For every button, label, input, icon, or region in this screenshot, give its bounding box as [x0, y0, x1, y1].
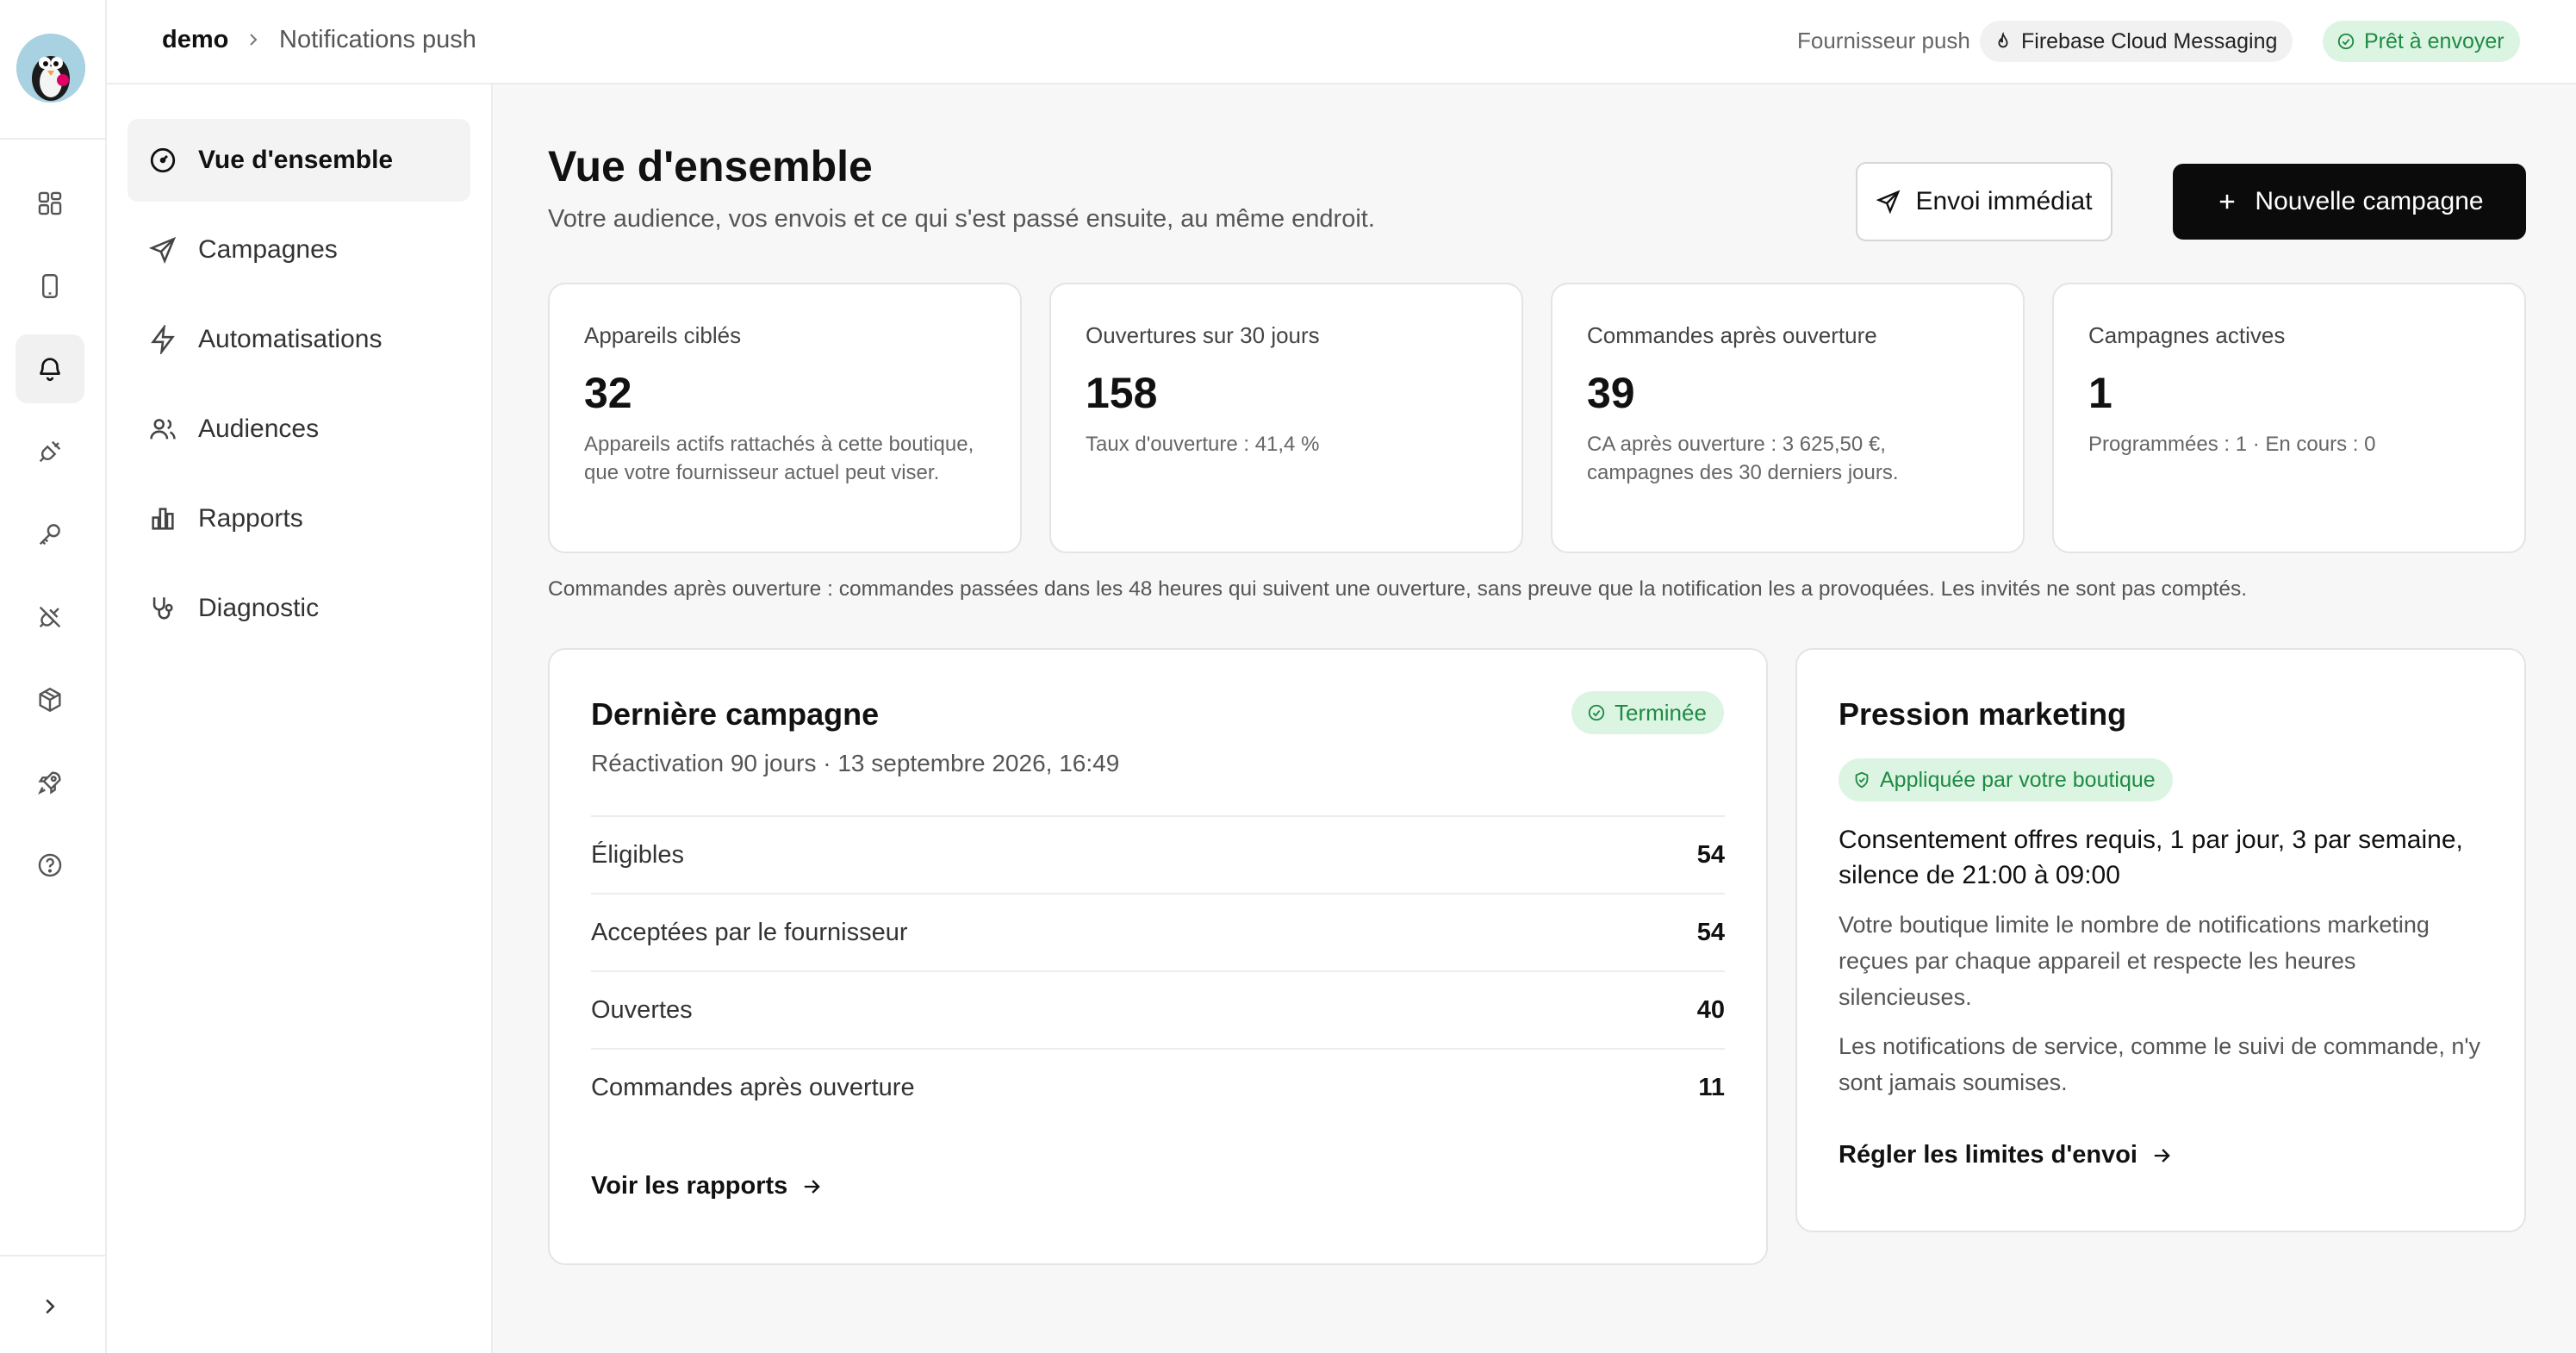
rail-divider	[0, 1255, 105, 1256]
metric-label: Acceptées par le fournisseur	[591, 918, 908, 946]
send-icon	[148, 235, 177, 265]
stat-card-orders-after-open: Commandes après ouverture 39 CA après ou…	[1551, 283, 2025, 553]
status-badge: Terminée	[1571, 691, 1724, 734]
section-nav: Vue d'ensemble Campagnes Automatisations…	[107, 84, 493, 1353]
prestashop-logo[interactable]	[16, 34, 85, 103]
status-text: Prêt à envoyer	[2364, 28, 2504, 53]
stat-card-targeted-devices: Appareils ciblés 32 Appareils actifs rat…	[548, 283, 1022, 553]
pressure-service-note: Les notifications de service, comme le s…	[1839, 1033, 2480, 1095]
users-icon	[148, 415, 177, 444]
applied-badge: Appliquée par votre boutique	[1839, 758, 2173, 801]
metric-row-opened: Ouvertes 40	[591, 970, 1725, 1048]
package-icon[interactable]	[16, 665, 84, 734]
provider-chip: Firebase Cloud Messaging	[1980, 21, 2293, 62]
nav-item-automations[interactable]: Automatisations	[128, 298, 470, 381]
nav-item-reports[interactable]: Rapports	[128, 477, 470, 560]
check-circle-icon	[2336, 32, 2355, 51]
stat-card-opens: Ouvertures sur 30 jours 158 Taux d'ouver…	[1049, 283, 1523, 553]
nav-item-label: Diagnostic	[198, 594, 320, 622]
footnote: Commandes après ouverture : commandes pa…	[548, 577, 2248, 601]
stat-value: 39	[1587, 369, 1635, 417]
send-icon	[1876, 189, 1901, 215]
send-now-label: Envoi immédiat	[1915, 187, 2093, 215]
key-icon[interactable]	[16, 500, 84, 569]
metric-row-accepted: Acceptées par le fournisseur 54	[591, 893, 1725, 970]
dashboard-icon[interactable]	[16, 169, 84, 238]
stat-label: Appareils ciblés	[584, 322, 742, 348]
metric-label: Éligibles	[591, 840, 684, 869]
nav-item-label: Campagnes	[198, 235, 338, 264]
nav-item-audiences[interactable]: Audiences	[128, 388, 470, 471]
flame-icon	[1994, 32, 2013, 51]
nav-item-label: Audiences	[198, 415, 320, 443]
stat-value: 158	[1086, 369, 1158, 417]
arrow-right-icon	[2150, 1144, 2174, 1168]
pressure-description: Votre boutique limite le nombre de notif…	[1839, 912, 2430, 1010]
nav-item-diagnostic[interactable]: Diagnostic	[128, 567, 470, 650]
stat-value: 1	[2088, 369, 2112, 417]
stat-label: Ouvertures sur 30 jours	[1086, 322, 1320, 348]
rail-divider	[0, 138, 105, 140]
breadcrumb-root[interactable]: demo	[162, 26, 228, 54]
nav-item-label: Automatisations	[198, 325, 383, 353]
new-campaign-label: Nouvelle campagne	[2255, 187, 2484, 215]
metric-value: 54	[1696, 840, 1725, 869]
smartphone-icon[interactable]	[16, 252, 84, 321]
bell-icon[interactable]	[16, 334, 84, 403]
chevron-right-icon[interactable]	[16, 1272, 84, 1341]
new-campaign-button[interactable]: Nouvelle campagne	[2173, 164, 2526, 240]
arrow-right-icon	[800, 1175, 824, 1199]
plug-icon[interactable]	[16, 417, 84, 486]
gauge-icon	[148, 146, 177, 175]
icon-rail	[0, 0, 107, 1353]
stat-note: Programmées : 1 · En cours : 0	[2088, 433, 2376, 456]
plus-icon	[2215, 190, 2239, 214]
nav-item-campaigns[interactable]: Campagnes	[128, 209, 470, 291]
page-subtitle: Votre audience, vos envois et ce qui s'e…	[548, 205, 1375, 233]
stethoscope-icon	[148, 594, 177, 623]
stat-card-active-campaigns: Campagnes actives 1 Programmées : 1 · En…	[2052, 283, 2526, 553]
breadcrumb-current: Notifications push	[279, 26, 476, 53]
stat-note: CA après ouverture : 3 625,50 €, campagn…	[1587, 433, 1899, 484]
link-label: Régler les limites d'envoi	[1839, 1141, 2137, 1169]
metric-row-eligible: Éligibles 54	[591, 815, 1725, 893]
metric-label: Ouvertes	[591, 995, 693, 1024]
plug-off-icon[interactable]	[16, 583, 84, 652]
provider-name: Firebase Cloud Messaging	[2021, 28, 2278, 53]
top-bar: demo Notifications push Fournisseur push…	[107, 0, 2576, 84]
nav-item-label: Rapports	[198, 504, 303, 533]
stat-note: Taux d'ouverture : 41,4 %	[1086, 433, 1320, 456]
check-circle-icon	[1587, 703, 1606, 722]
shield-check-icon	[1852, 770, 1871, 789]
nav-item-label: Vue d'ensemble	[198, 146, 394, 174]
stat-label: Commandes après ouverture	[1587, 322, 1877, 348]
stat-note: Appareils actifs rattachés à cette bouti…	[584, 433, 974, 484]
metric-row-orders: Commandes après ouverture 11	[591, 1048, 1725, 1125]
metric-value: 54	[1696, 918, 1725, 946]
provider-label: Fournisseur push	[1797, 28, 1970, 53]
page-title: Vue d'ensemble	[548, 142, 873, 190]
zap-icon	[148, 325, 177, 354]
bar-chart-icon	[148, 504, 177, 533]
metric-value: 40	[1696, 995, 1725, 1024]
card-title: Pression marketing	[1839, 696, 2127, 732]
campaign-subtitle: Réactivation 90 jours · 13 septembre 202…	[591, 750, 1120, 776]
nav-item-overview[interactable]: Vue d'ensemble	[128, 119, 470, 202]
status-badge: Prêt à envoyer	[2323, 21, 2520, 62]
send-now-button[interactable]: Envoi immédiat	[1856, 162, 2112, 241]
rocket-icon[interactable]	[16, 748, 84, 817]
view-reports-link[interactable]: Voir les rapports	[591, 1172, 824, 1200]
set-limits-link[interactable]: Régler les limites d'envoi	[1839, 1141, 2174, 1169]
stat-value: 32	[584, 369, 632, 417]
status-text: Terminée	[1615, 699, 1707, 726]
metric-label: Commandes après ouverture	[591, 1073, 915, 1101]
badge-text: Appliquée par votre boutique	[1880, 767, 2156, 792]
help-icon[interactable]	[16, 831, 84, 900]
pressure-summary: Consentement offres requis, 1 par jour, …	[1839, 826, 2463, 889]
link-label: Voir les rapports	[591, 1172, 788, 1200]
card-title: Dernière campagne	[591, 696, 880, 732]
metric-value: 11	[1698, 1073, 1725, 1101]
chevron-right-icon	[243, 29, 264, 50]
stat-label: Campagnes actives	[2088, 322, 2286, 348]
